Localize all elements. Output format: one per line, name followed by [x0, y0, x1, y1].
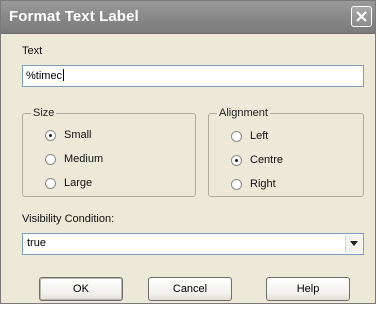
size-group: Size Small Medium Large [22, 107, 196, 197]
alignment-option-centre-label: Centre [250, 154, 284, 166]
radio-small[interactable] [45, 129, 56, 141]
format-text-label-dialog: Format Text Label Text %timec Size Small… [0, 0, 376, 304]
alignment-option-right[interactable]: Right [231, 178, 276, 190]
size-option-small[interactable]: Small [45, 129, 92, 141]
visibility-condition-select[interactable]: true [22, 233, 364, 255]
visibility-condition-value: true [27, 237, 46, 249]
alignment-option-centre[interactable]: Centre [231, 154, 283, 166]
close-button[interactable] [351, 6, 372, 27]
radio-left[interactable] [231, 130, 242, 142]
size-option-medium[interactable]: Medium [45, 153, 103, 165]
ok-button[interactable]: OK [39, 277, 123, 301]
text-label: Text [22, 45, 43, 57]
radio-medium[interactable] [45, 153, 56, 165]
text-input-value: %timec [26, 70, 63, 82]
radio-right[interactable] [231, 178, 242, 190]
radio-centre[interactable] [231, 154, 242, 166]
alignment-option-left[interactable]: Left [231, 130, 268, 142]
size-group-legend: Size [31, 107, 57, 119]
size-option-large-label: Large [64, 177, 93, 189]
size-option-small-label: Small [64, 129, 92, 141]
alignment-group: Alignment Left Centre Right [208, 107, 364, 197]
size-option-large[interactable]: Large [45, 177, 92, 189]
alignment-group-legend: Alignment [217, 107, 270, 119]
size-option-medium-label: Medium [64, 153, 104, 165]
window-title: Format Text Label [9, 8, 139, 25]
help-button[interactable]: Help [266, 277, 350, 301]
alignment-option-right-label: Right [250, 178, 276, 190]
cancel-button[interactable]: Cancel [148, 277, 232, 301]
alignment-option-left-label: Left [250, 130, 269, 142]
radio-large[interactable] [45, 177, 56, 189]
dropdown-button[interactable] [345, 235, 362, 253]
title-bar[interactable]: Format Text Label [1, 1, 375, 34]
text-caret [63, 69, 65, 81]
visibility-condition-label: Visibility Condition: [22, 213, 115, 225]
text-input[interactable]: %timec [22, 65, 364, 87]
